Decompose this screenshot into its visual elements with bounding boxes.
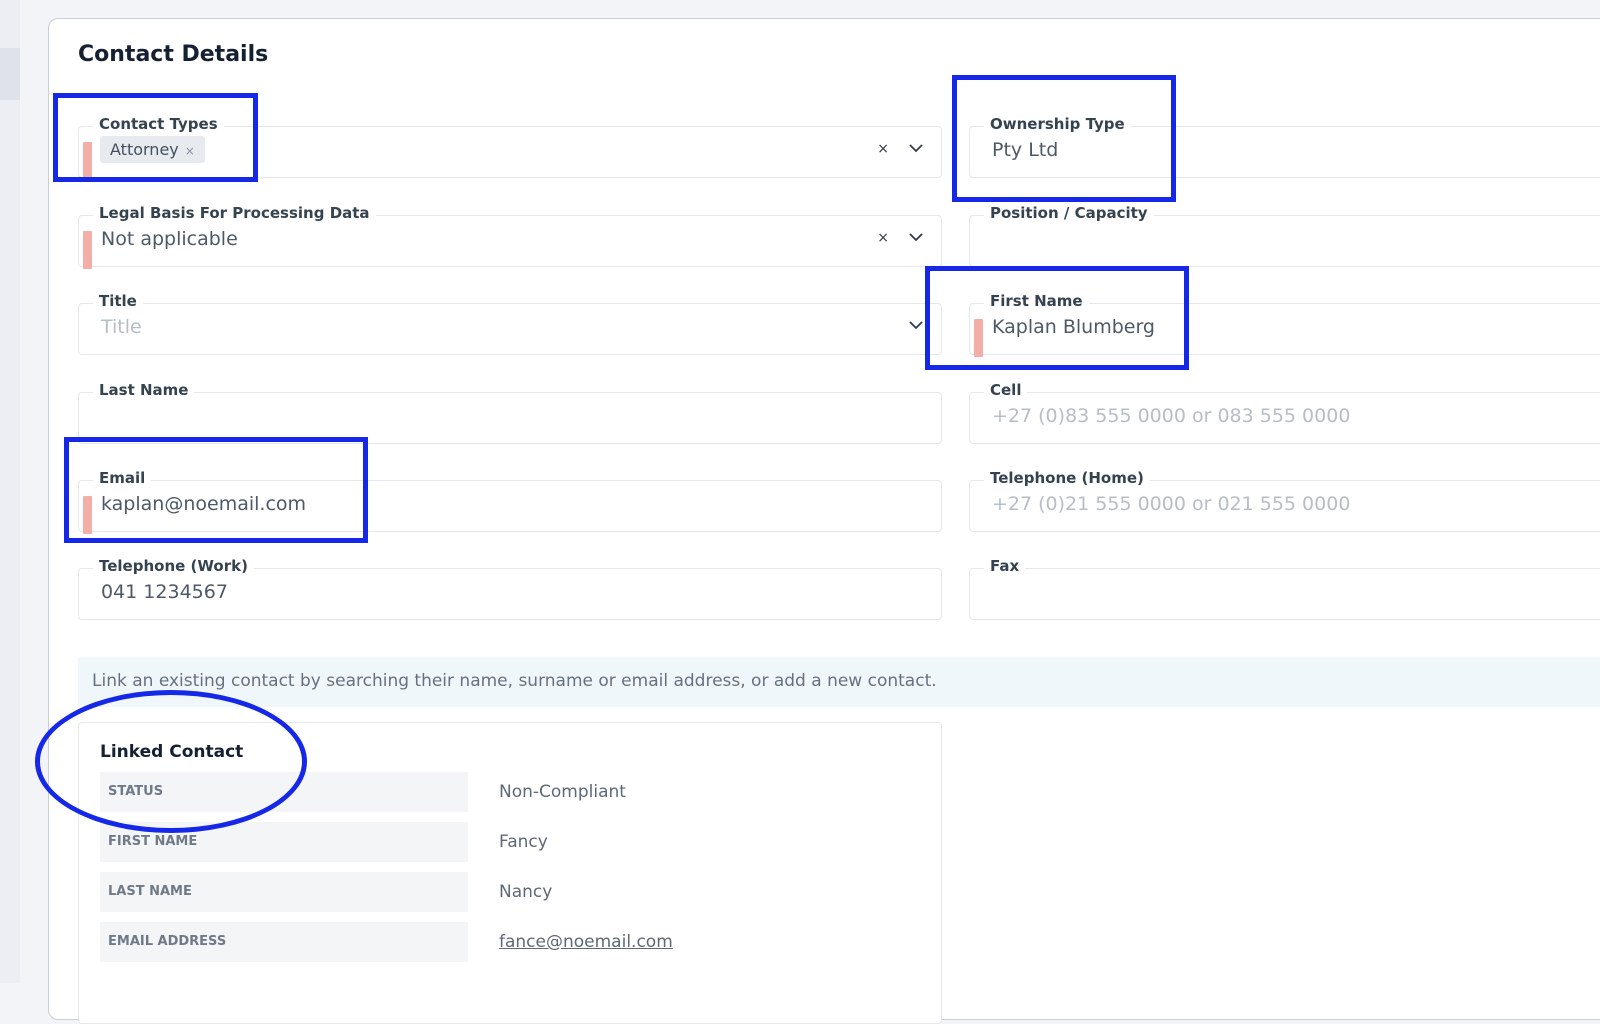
title-placeholder: Title — [101, 316, 142, 338]
required-marker — [83, 231, 92, 269]
last-name-label: Last Name — [93, 381, 195, 399]
telephone-work-input[interactable]: Telephone (Work) 041 1234567 — [78, 557, 942, 620]
clear-icon[interactable]: × — [877, 141, 889, 157]
highlight-contact-types — [53, 93, 258, 182]
legal-basis-label: Legal Basis For Processing Data — [93, 204, 376, 222]
highlight-first-name — [925, 266, 1189, 370]
fax-input[interactable]: Fax — [969, 557, 1600, 620]
page-title: Contact Details — [78, 42, 269, 67]
chevron-down-icon[interactable] — [909, 143, 923, 153]
telephone-work-value: 041 1234567 — [101, 581, 228, 603]
email-address-key: EMAIL ADDRESS — [100, 922, 468, 962]
last-name-key: LAST NAME — [100, 872, 468, 912]
telephone-home-input[interactable]: Telephone (Home) +27 (0)21 555 0000 or 0… — [969, 469, 1600, 532]
position-capacity-label: Position / Capacity — [984, 204, 1154, 222]
telephone-home-label: Telephone (Home) — [984, 469, 1150, 487]
email-address-link[interactable]: fance@noemail.com — [499, 932, 673, 952]
status-value: Non-Compliant — [499, 782, 626, 802]
highlight-linked-contact — [35, 690, 307, 833]
title-label: Title — [93, 292, 143, 310]
sidebar-strip — [0, 0, 20, 983]
chevron-down-icon[interactable] — [909, 232, 923, 242]
info-text: Link an existing contact by searching th… — [92, 671, 937, 691]
clear-icon[interactable]: × — [877, 230, 889, 246]
cell-label: Cell — [984, 381, 1028, 399]
cell-input[interactable]: Cell +27 (0)83 555 0000 or 083 555 0000 — [969, 381, 1600, 444]
legal-basis-value: Not applicable — [101, 228, 238, 250]
first-name-linked-value: Fancy — [499, 832, 548, 852]
position-capacity-input[interactable]: Position / Capacity — [969, 204, 1600, 267]
telephone-home-placeholder: +27 (0)21 555 0000 or 021 555 0000 — [992, 493, 1351, 515]
title-select[interactable]: Title Title — [78, 292, 942, 355]
email-address-value: fance@noemail.com — [499, 922, 673, 962]
cell-placeholder: +27 (0)83 555 0000 or 083 555 0000 — [992, 405, 1351, 427]
telephone-work-label: Telephone (Work) — [93, 557, 254, 575]
highlight-ownership-type — [952, 75, 1176, 202]
chevron-down-icon[interactable] — [909, 320, 923, 330]
legal-basis-select[interactable]: Legal Basis For Processing Data Not appl… — [78, 204, 942, 269]
highlight-email — [64, 437, 368, 543]
last-name-linked-value: Nancy — [499, 882, 553, 902]
info-banner: Link an existing contact by searching th… — [78, 657, 1600, 707]
fax-label: Fax — [984, 557, 1026, 575]
sidebar-tab[interactable] — [0, 48, 20, 100]
